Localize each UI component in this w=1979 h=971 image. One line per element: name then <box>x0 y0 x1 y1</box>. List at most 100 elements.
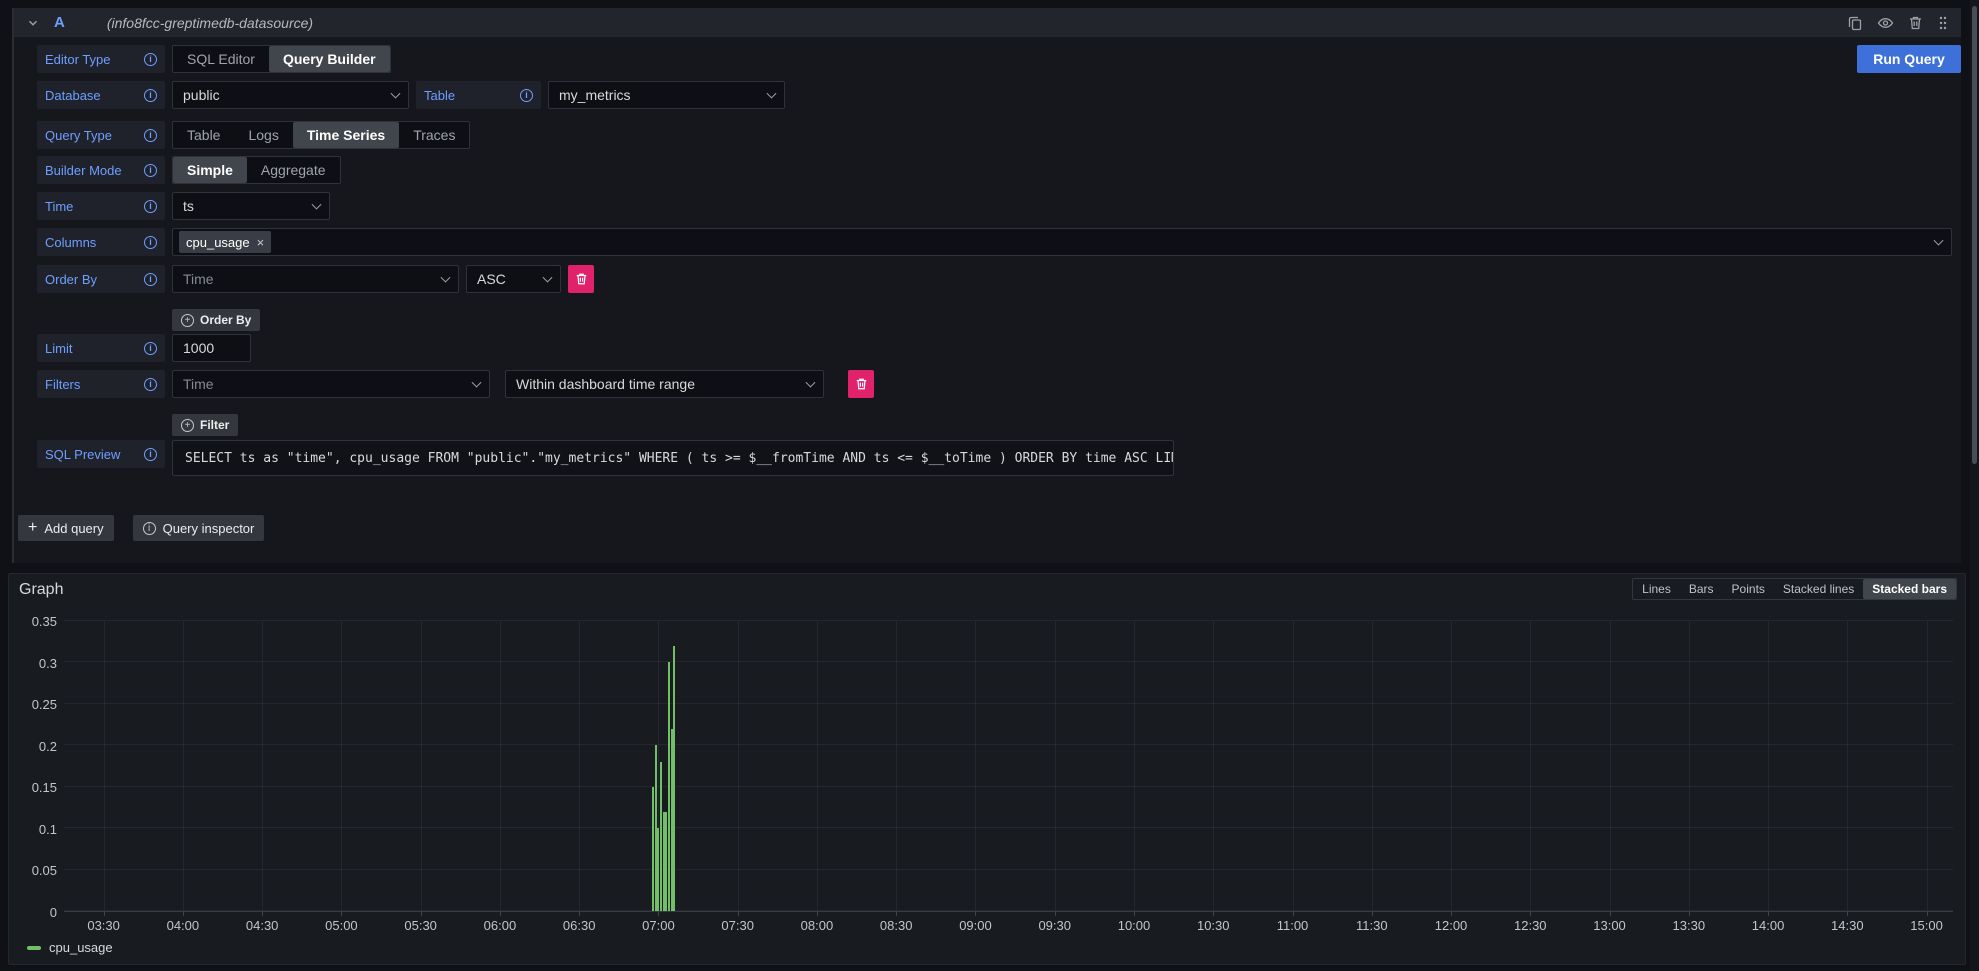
remove-filter-button[interactable] <box>848 370 874 398</box>
filter-field-select[interactable]: Time <box>172 370 490 398</box>
info-icon[interactable]: i <box>520 89 533 102</box>
sql-preview-box[interactable]: SELECT ts as "time", cpu_usage FROM "pub… <box>172 440 1174 476</box>
v-gridline <box>1372 621 1373 911</box>
editor-type-sql-editor[interactable]: SQL Editor <box>173 46 269 72</box>
x-tick-mark <box>896 912 897 916</box>
plus-circle-icon: + <box>181 314 194 327</box>
columns-multiselect[interactable]: cpu_usage × <box>172 228 1952 256</box>
query-type-time-series[interactable]: Time Series <box>293 122 399 148</box>
time-row: Time i ts <box>37 192 330 220</box>
builder-mode-simple[interactable]: Simple <box>173 157 247 183</box>
x-tick-label: 14:00 <box>1752 918 1785 933</box>
v-gridline <box>1451 621 1452 911</box>
editor-type-toggle: SQL Editor Query Builder <box>172 45 391 73</box>
x-tick-label: 12:30 <box>1514 918 1547 933</box>
filters-row: Filters i Time Within dashboard time ran… <box>37 370 874 398</box>
info-icon[interactable]: i <box>144 164 157 177</box>
v-gridline <box>1689 621 1690 911</box>
order-by-direction-select[interactable]: ASC <box>466 265 561 293</box>
x-tick-mark <box>1055 912 1056 916</box>
add-filter-button[interactable]: + Filter <box>172 414 238 436</box>
h-gridline <box>64 827 1953 828</box>
query-inspector-button[interactable]: i Query inspector <box>133 515 265 541</box>
mode-points[interactable]: Points <box>1723 579 1774 599</box>
builder-mode-toggle: Simple Aggregate <box>172 156 341 184</box>
duplicate-icon[interactable] <box>1847 15 1863 31</box>
v-gridline <box>1847 621 1848 911</box>
page-scrollbar-thumb[interactable] <box>1972 6 1977 464</box>
v-gridline <box>1530 621 1531 911</box>
info-icon[interactable]: i <box>144 448 157 461</box>
editor-type-query-builder[interactable]: Query Builder <box>269 46 390 72</box>
table-select[interactable]: my_metrics <box>548 81 785 109</box>
remove-order-by-button[interactable] <box>568 265 594 293</box>
x-tick-label: 03:30 <box>87 918 120 933</box>
info-icon[interactable]: i <box>144 236 157 249</box>
legend-item-cpu-usage[interactable]: cpu_usage <box>27 940 113 955</box>
remove-column-icon[interactable]: × <box>257 235 265 250</box>
mode-stacked-lines[interactable]: Stacked lines <box>1774 579 1863 599</box>
legend-series-label: cpu_usage <box>49 940 113 955</box>
query-type-traces[interactable]: Traces <box>399 122 469 148</box>
order-by-field-select[interactable]: Time <box>172 265 459 293</box>
trash-icon[interactable] <box>1908 15 1923 31</box>
info-icon[interactable]: i <box>144 200 157 213</box>
x-tick-mark <box>341 912 342 916</box>
mode-lines[interactable]: Lines <box>1633 579 1680 599</box>
info-icon[interactable]: i <box>144 129 157 142</box>
sql-preview-label-text: SQL Preview <box>45 447 120 462</box>
mode-bars[interactable]: Bars <box>1680 579 1723 599</box>
plus-circle-icon: + <box>181 419 194 432</box>
x-tick-mark <box>1768 912 1769 916</box>
info-icon[interactable]: i <box>144 273 157 286</box>
v-gridline <box>738 621 739 911</box>
x-tick-mark <box>975 912 976 916</box>
add-filter-row: + Filter <box>172 411 238 439</box>
table-value: my_metrics <box>559 87 631 103</box>
chevron-down-icon <box>1934 236 1944 246</box>
info-icon[interactable]: i <box>144 53 157 66</box>
filter-condition-select[interactable]: Within dashboard time range <box>505 370 824 398</box>
time-label: Time i <box>37 192 165 220</box>
v-gridline <box>1610 621 1611 911</box>
run-query-button[interactable]: Run Query <box>1857 45 1961 73</box>
x-tick-label: 05:30 <box>404 918 437 933</box>
database-select[interactable]: public <box>172 81 409 109</box>
query-type-table[interactable]: Table <box>173 122 234 148</box>
add-order-by-button[interactable]: + Order By <box>172 309 260 331</box>
x-tick-mark <box>1610 912 1611 916</box>
add-query-button[interactable]: + Add query <box>18 515 114 541</box>
collapse-chevron-icon[interactable] <box>26 16 40 30</box>
chevron-down-icon <box>543 273 553 283</box>
x-axis: 03:3004:0004:3005:0005:3006:0006:3007:00… <box>64 918 1953 934</box>
x-tick-mark <box>104 912 105 916</box>
filters-label-text: Filters <box>45 377 80 392</box>
x-tick-mark <box>738 912 739 916</box>
graph-panel-title: Graph <box>19 581 63 599</box>
builder-mode-aggregate[interactable]: Aggregate <box>247 157 340 183</box>
eye-icon[interactable] <box>1877 15 1894 31</box>
database-value: public <box>183 87 220 103</box>
x-tick-label: 10:30 <box>1197 918 1230 933</box>
v-gridline <box>1293 621 1294 911</box>
x-tick-label: 14:30 <box>1831 918 1864 933</box>
query-type-toggle: Table Logs Time Series Traces <box>172 121 470 149</box>
x-tick-label: 13:00 <box>1593 918 1626 933</box>
builder-mode-label: Builder Mode i <box>37 156 165 184</box>
chevron-down-icon <box>441 273 451 283</box>
drag-handle-icon[interactable] <box>1937 15 1949 31</box>
plot-area[interactable] <box>64 621 1953 912</box>
mode-stacked-bars[interactable]: Stacked bars <box>1863 579 1956 599</box>
query-type-label: Query Type i <box>37 121 165 149</box>
limit-input[interactable] <box>172 334 251 362</box>
info-icon[interactable]: i <box>144 342 157 355</box>
info-icon[interactable]: i <box>144 378 157 391</box>
column-tag: cpu_usage × <box>179 231 271 253</box>
page-scrollbar-track[interactable] <box>1970 0 1979 971</box>
query-type-logs[interactable]: Logs <box>234 122 292 148</box>
query-row-header[interactable]: A (info8fcc-greptimedb-datasource) <box>14 8 1961 37</box>
time-select[interactable]: ts <box>172 192 330 220</box>
builder-mode-label-text: Builder Mode <box>45 163 122 178</box>
info-icon[interactable]: i <box>144 89 157 102</box>
v-gridline <box>817 621 818 911</box>
